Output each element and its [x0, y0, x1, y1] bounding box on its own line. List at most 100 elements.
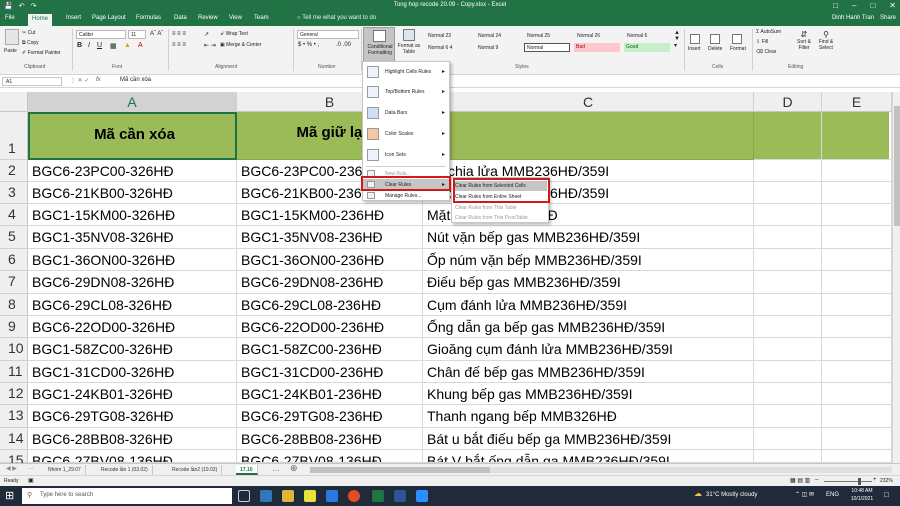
minimize-button[interactable]: –: [852, 1, 856, 10]
tab-file[interactable]: File: [5, 15, 15, 21]
cell-a-4[interactable]: BGC1-15KM00-326HĐ: [28, 204, 237, 226]
delete-cells-button[interactable]: Delete: [708, 34, 722, 52]
cell-empty[interactable]: [754, 316, 822, 338]
formula-input[interactable]: Mã cần xóa: [120, 77, 151, 83]
cell-a-6[interactable]: BGC1-36ON00-326HĐ: [28, 249, 237, 271]
cell-empty[interactable]: [822, 428, 892, 450]
fx-icon[interactable]: fx: [96, 77, 101, 83]
cell-b-9[interactable]: BGC6-22OD00-236HĐ: [237, 316, 423, 338]
style-normal-25[interactable]: Normal 25: [525, 32, 552, 41]
row-header[interactable]: 2: [0, 160, 28, 182]
cell-empty[interactable]: [822, 450, 892, 463]
cell-b-15[interactable]: BGC6-27BV08-136HĐ: [237, 450, 423, 463]
cell-empty[interactable]: [754, 361, 822, 383]
tell-me-box[interactable]: ○ Tell me what you want to do: [297, 15, 376, 21]
column-header-c[interactable]: C: [423, 92, 754, 112]
sheet-tab[interactable]: Recode lần2 (19.02): [168, 465, 223, 475]
format-painter-button[interactable]: ✐ Format Painter: [22, 50, 61, 56]
zoom-app-icon[interactable]: [416, 490, 428, 502]
zoom-out-icon[interactable]: –: [815, 477, 818, 483]
tab-page-layout[interactable]: Page Layout: [92, 15, 126, 21]
grow-font-icon[interactable]: Aˆ Aˇ: [150, 31, 163, 37]
menu-data-bars[interactable]: Data Bars ▸: [363, 103, 449, 123]
cell-a-8[interactable]: BGC6-29CL08-326HĐ: [28, 294, 237, 316]
cell-empty[interactable]: [754, 405, 822, 428]
cell-a-1[interactable]: Mã cần xóa: [28, 112, 237, 160]
cell-empty[interactable]: [822, 294, 892, 316]
orientation-icon[interactable]: ↗: [204, 31, 209, 38]
excel-icon[interactable]: [372, 490, 384, 502]
insert-cells-button[interactable]: Insert: [688, 34, 701, 52]
sheet-more-icon[interactable]: …: [28, 465, 34, 471]
font-name-select[interactable]: Calibri: [76, 30, 126, 39]
italic-icon[interactable]: I: [88, 42, 90, 49]
row-header[interactable]: 8: [0, 294, 28, 316]
format-as-table-button[interactable]: Format as Table: [397, 27, 421, 62]
cell-empty[interactable]: [754, 383, 822, 405]
sheet-tab[interactable]: Nhóm 1_29.07: [44, 465, 86, 475]
cell-c-1[interactable]: [423, 112, 754, 160]
style-bad[interactable]: Bad: [574, 43, 620, 52]
cell-c-8[interactable]: Cụm đánh lửa MMB236HĐ/359I: [423, 294, 754, 316]
submenu-clear-pivottable[interactable]: Clear Rules from This PivotTable: [455, 215, 528, 221]
cell-c-15[interactable]: Bát V bắt ống dẫn ga MMB236HĐ/359I: [423, 450, 754, 463]
store-icon[interactable]: [326, 490, 338, 502]
style-normal-6[interactable]: Normal 6: [625, 32, 649, 41]
cell-b-14[interactable]: BGC6-28BB08-236HĐ: [237, 428, 423, 450]
row-header[interactable]: 6: [0, 249, 28, 271]
user-name[interactable]: Dinh Hanh Tran: [832, 15, 874, 21]
format-cells-button[interactable]: Format: [730, 34, 746, 52]
indent-icon[interactable]: ⇤ ⇥: [204, 42, 216, 49]
fill-button[interactable]: ⇩ Fill: [756, 39, 768, 45]
cell-empty[interactable]: [754, 112, 822, 160]
cell-empty[interactable]: [754, 338, 822, 361]
row-header[interactable]: 12: [0, 383, 28, 405]
cell-empty[interactable]: [822, 226, 892, 249]
cell-empty[interactable]: [754, 271, 822, 294]
style-normal-23[interactable]: Normal 23: [426, 32, 453, 41]
cell-empty[interactable]: [822, 204, 892, 226]
bold-icon[interactable]: B: [77, 42, 82, 49]
tab-data[interactable]: Data: [174, 15, 187, 21]
cell-a-15[interactable]: BGC6-27BV08-136HĐ: [28, 450, 237, 463]
cell-empty[interactable]: [822, 316, 892, 338]
zoom-in-icon[interactable]: +: [873, 477, 877, 483]
autosum-button[interactable]: Σ AutoSum: [756, 29, 781, 35]
cell-a-13[interactable]: BGC6-29TG08-326HĐ: [28, 405, 237, 428]
cell-b-8[interactable]: BGC6-29CL08-236HĐ: [237, 294, 423, 316]
align-left-icon[interactable]: ≡ ≡ ≡: [172, 42, 186, 48]
cell-b-6[interactable]: BGC1-36ON00-236HĐ: [237, 249, 423, 271]
row-header[interactable]: 13: [0, 405, 28, 428]
row-header[interactable]: 14: [0, 428, 28, 450]
language-indicator[interactable]: ENG: [826, 492, 839, 498]
clear-button[interactable]: ⌫ Clear: [756, 49, 776, 55]
column-header-a[interactable]: A: [28, 92, 237, 112]
zoom-level[interactable]: 232%: [880, 478, 893, 484]
zoom-slider-thumb[interactable]: [858, 478, 861, 485]
cell-c-12[interactable]: Khung bếp gas MMB236HĐ/359I: [423, 383, 754, 405]
row-header[interactable]: 9: [0, 316, 28, 338]
cell-c-7[interactable]: Điếu bếp gas MMB236HĐ/359I: [423, 271, 754, 294]
style-normal-9[interactable]: Normal 9: [476, 44, 500, 53]
row-header[interactable]: 15: [0, 450, 28, 468]
cell-b-13[interactable]: BGC6-29TG08-236HĐ: [237, 405, 423, 428]
zoom-slider[interactable]: [824, 478, 872, 485]
cell-empty[interactable]: [822, 249, 892, 271]
cell-b-12[interactable]: BGC1-24KB01-236HĐ: [237, 383, 423, 405]
tab-team[interactable]: Team: [254, 15, 269, 21]
cell-a-5[interactable]: BGC1-35NV08-326HĐ: [28, 226, 237, 249]
cell-empty[interactable]: [822, 338, 892, 361]
font-color-icon[interactable]: A: [138, 42, 143, 49]
cell-b-5[interactable]: BGC1-35NV08-236HĐ: [237, 226, 423, 249]
cell-empty[interactable]: [754, 160, 822, 182]
cell-b-11[interactable]: BGC1-31CD00-236HĐ: [237, 361, 423, 383]
borders-icon[interactable]: ▦: [110, 42, 117, 50]
add-sheet-icon[interactable]: ⊕: [290, 463, 298, 474]
cell-c-11[interactable]: Chân đế bếp gas MMB236HĐ/359I: [423, 361, 754, 383]
decimal-icon[interactable]: .0 .00: [336, 42, 351, 48]
merge-center-button[interactable]: ▣ Merge & Center: [220, 42, 261, 48]
tab-view[interactable]: View: [229, 15, 242, 21]
cell-empty[interactable]: [754, 226, 822, 249]
menu-icon-sets[interactable]: Icon Sets ▸: [363, 145, 449, 165]
cell-a-11[interactable]: BGC1-31CD00-326HĐ: [28, 361, 237, 383]
